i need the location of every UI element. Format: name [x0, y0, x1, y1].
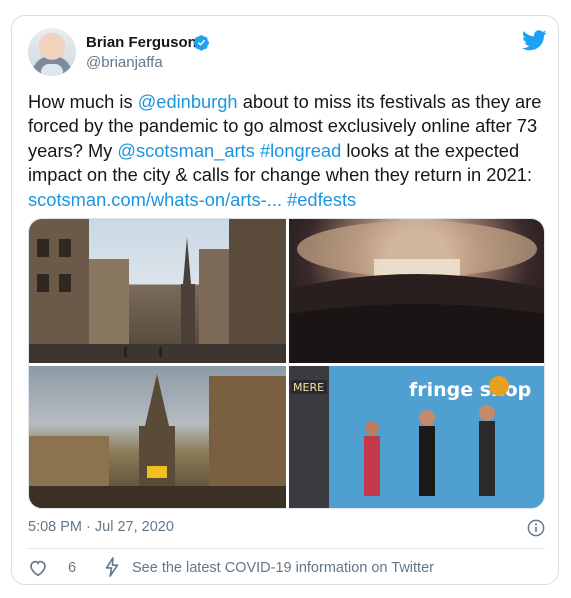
tweet-media-grid[interactable]: MERE fringe shop — [28, 218, 545, 509]
info-icon[interactable] — [527, 519, 545, 537]
lightning-bolt-icon — [105, 557, 119, 577]
tweet-card[interactable]: Brian Ferguson @brianjaffa How much is @… — [11, 15, 559, 585]
author-handle[interactable]: @brianjaffa — [86, 54, 163, 71]
divider — [28, 548, 545, 549]
tweet-link[interactable]: @scotsman_arts — [117, 140, 254, 161]
shop-sign: fringe shop — [409, 379, 531, 401]
tweet-text-segment: How much is — [28, 91, 138, 112]
heart-icon[interactable] — [28, 559, 48, 577]
tweet-link[interactable]: #edfests — [287, 189, 356, 210]
tweet-link[interactable]: @edinburgh — [138, 91, 238, 112]
author-avatar[interactable] — [28, 28, 76, 76]
covid-info-link[interactable]: See the latest COVID-19 information on T… — [132, 560, 434, 576]
tweet-link[interactable]: scotsman.com/whats-on/arts-... — [28, 189, 282, 210]
twitter-bird-icon[interactable] — [522, 30, 547, 51]
tweet-link[interactable]: #longread — [260, 140, 341, 161]
shop-sign-left: MERE — [293, 381, 324, 394]
author-name[interactable]: Brian Ferguson — [86, 34, 197, 51]
tweet-text: How much is @edinburgh about to miss its… — [28, 90, 548, 212]
photo-concert-hall-audience[interactable] — [289, 219, 544, 363]
tweet-timestamp[interactable]: 5:08 PM · Jul 27, 2020 — [28, 519, 174, 535]
tweet-actions: 6 See the latest COVID-19 information on… — [28, 556, 545, 580]
photo-tron-kirk-crowd[interactable] — [29, 366, 286, 508]
verified-badge-icon — [193, 35, 209, 51]
photo-fringe-shop-street[interactable]: MERE fringe shop — [289, 366, 544, 508]
photo-edinburgh-royal-mile[interactable] — [29, 219, 286, 363]
like-count[interactable]: 6 — [68, 560, 76, 576]
